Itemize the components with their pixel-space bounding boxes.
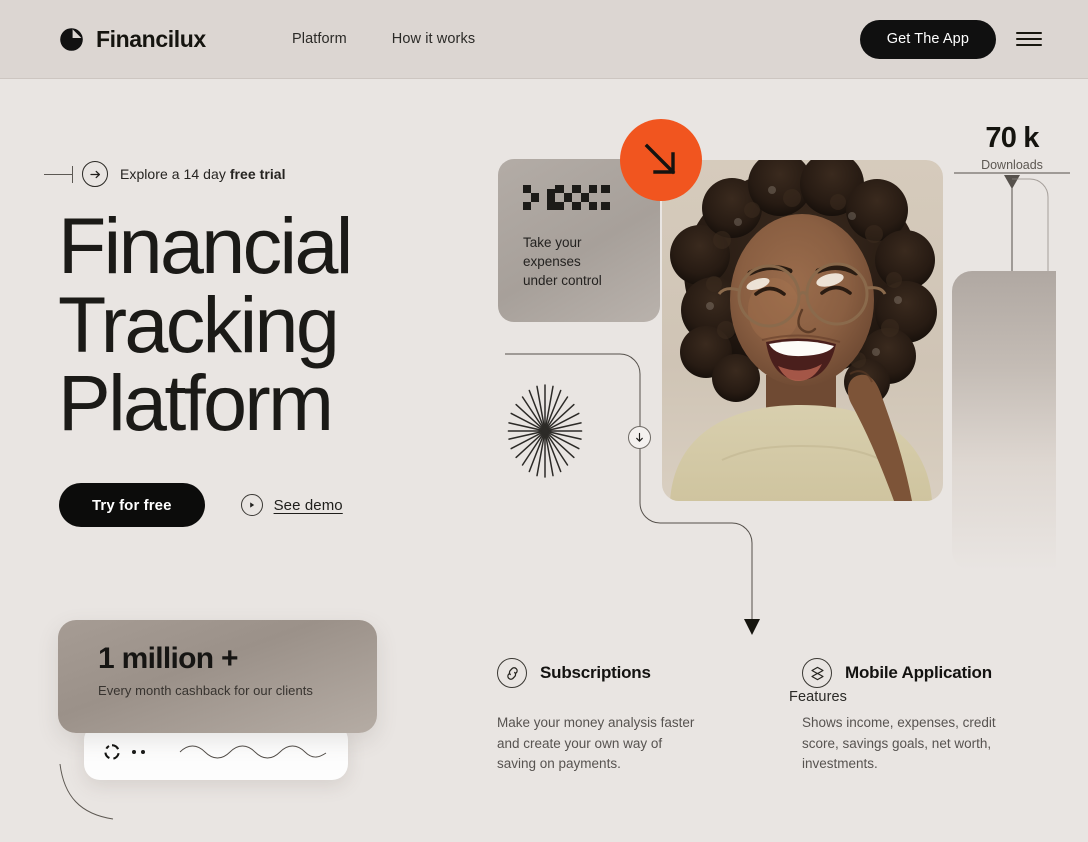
try-for-free-button[interactable]: Try for free [59,483,205,527]
free-trial-badge[interactable]: Explore a 14 day free trial [44,161,286,187]
pie-chart-logo-icon [60,27,83,51]
see-demo-link[interactable]: See demo [240,494,343,516]
get-the-app-button[interactable]: Get The App [859,19,996,59]
feature-header: Mobile Application [802,658,1007,688]
nav-item-platform[interactable]: Platform [292,31,347,47]
hamburger-menu-icon[interactable] [1016,29,1042,49]
header-actions: Get The App [859,19,1042,59]
arrow-down-circle-icon[interactable] [628,426,651,449]
arrow-down-right-badge[interactable] [620,119,702,201]
badge-text-bold: free trial [229,166,286,182]
radial-sunburst-icon [507,384,583,478]
see-demo-label: See demo [273,496,343,514]
feature-list: Subscriptions Make your money analysis f… [497,658,1007,775]
expense-card-text: Take your expenses under control [523,235,602,289]
status-dots-icon [132,750,145,754]
cashback-stat-group: 1 million + Every month cashback for our… [58,620,388,820]
feature-subscriptions: Subscriptions Make your money analysis f… [497,658,702,775]
downloads-value: 70 k [985,122,1039,154]
refresh-dashed-icon [104,744,120,760]
decorative-gradient-card [952,271,1056,571]
feature-description: Make your money analysis faster and crea… [497,715,695,772]
badge-rule [44,173,72,175]
hero-visual: Take your expenses under control 70 k Do… [470,79,1088,699]
badge-tick [72,165,73,183]
arrow-right-circle-icon [82,161,108,187]
feature-title: Subscriptions [540,663,651,682]
nav-item-how-it-works[interactable]: How it works [392,31,475,47]
feature-mobile-application: Mobile Application Shows income, expense… [802,658,1007,775]
site-header: Financilux Platform Features How it work… [0,0,1088,705]
play-circle-icon [240,494,263,516]
cashback-card: 1 million + Every month cashback for our… [58,620,377,733]
feature-header: Subscriptions [497,658,702,688]
wave-line-icon [179,745,327,759]
feature-description: Shows income, expenses, credit score, sa… [802,715,996,772]
badge-text-prefix: Explore a 14 day [120,166,230,182]
badge-text: Explore a 14 day free trial [120,166,286,182]
pixel-pattern-icon [523,185,610,210]
layers-stack-circle-icon [802,658,832,688]
arrow-down-right-icon [644,143,676,175]
brand-logo[interactable]: Financilux [59,26,206,53]
cashback-caption: Every month cashback for our clients [98,683,313,698]
hero-portrait-photo [662,160,943,501]
hero-actions: Try for free See demo [59,483,343,527]
downloads-stat: 70 k Downloads [952,122,1072,173]
feature-title: Mobile Application [845,663,992,682]
main-nav: Platform Features How it works [292,31,847,705]
downloads-label: Downloads [981,158,1043,172]
page-title: Financial Tracking Platform [58,201,353,448]
link-chain-circle-icon [497,658,527,688]
landing-page: Financilux Platform Features How it work… [0,0,1088,842]
cashback-value: 1 million + [98,642,239,675]
nav-item-features[interactable]: Features [789,689,847,705]
brand-name: Financilux [96,25,206,52]
